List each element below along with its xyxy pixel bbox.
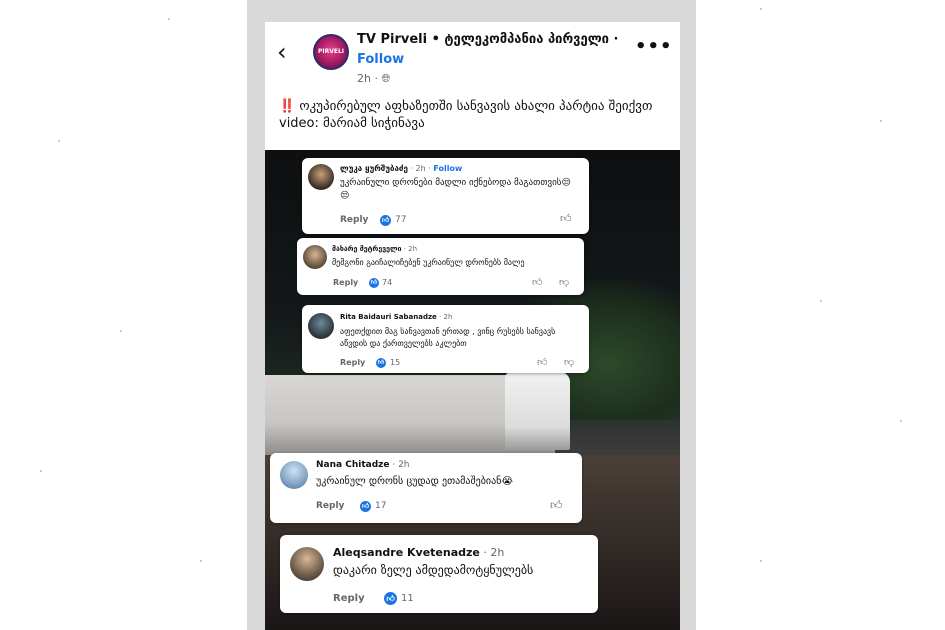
comment-text: მემგონი გაიჩალიჩებენ უკრაინულ დრონებს მა… (332, 258, 525, 267)
comment-text: აფეთქდით მაგ სანვავთან ერთად , ვინც რუსე… (340, 327, 556, 348)
double-exclamation-icon: ‼️ (279, 99, 296, 114)
comment-author-name: Nana Chitadze (316, 460, 390, 470)
reply-button[interactable]: Reply (333, 593, 365, 604)
comment-avatar[interactable] (308, 164, 334, 190)
back-arrow-icon[interactable]: ‹ (277, 38, 287, 66)
comment-author-name: Aleqsandre Kvetenadze (333, 546, 480, 559)
like-reaction-icon: 👍︎ (360, 501, 371, 512)
comment-author[interactable]: Rita Baidauri Sabanadze · 2h (340, 313, 452, 321)
like-reaction-icon: 👍︎ (369, 278, 379, 288)
reply-button[interactable]: Reply (340, 215, 368, 225)
thumbs-up-icon[interactable]: 👍︎ (532, 276, 542, 288)
comment-avatar[interactable] (280, 461, 308, 489)
reply-button[interactable]: Reply (340, 358, 365, 367)
background-speck (200, 560, 202, 562)
globe-icon: 🌐︎ (381, 72, 391, 85)
post-screenshot: ‹ PIRVELI TV Pirveli • ტელეკომპანია პირვ… (247, 0, 696, 630)
reply-button[interactable]: Reply (316, 501, 344, 511)
comment-time: · 2h (389, 460, 410, 470)
like-count: 15 (390, 358, 401, 367)
comment-author-name: მახარე მეტრეველი (332, 245, 402, 253)
like-count: 74 (382, 278, 393, 287)
comment-card: მახარე მეტრეველი · 2h მემგონი გაიჩალიჩებ… (297, 238, 584, 295)
thumbs-up-icon[interactable]: 👍︎ (560, 212, 572, 225)
background-speck (760, 8, 762, 10)
comment-avatar[interactable] (308, 313, 334, 339)
comment-time: · 2h (436, 313, 453, 321)
comment-avatar[interactable] (290, 547, 324, 581)
comment-author[interactable]: Aleqsandre Kvetenadze · 2h (333, 546, 504, 559)
post-caption: ‼️ ოკუპირებულ აფხაზეთში სანვავის ახალი პ… (279, 98, 669, 132)
comment-text: დაკარი ზელე ამდედამოტყნულებს (333, 563, 534, 577)
comment-author[interactable]: მახარე მეტრეველი · 2h (332, 245, 417, 253)
background-speck (40, 470, 42, 472)
background-speck (168, 18, 170, 20)
comment-author[interactable]: Nana Chitadze · 2h (316, 460, 410, 470)
caption-text: ოკუპირებულ აფხაზეთში სანვავის ახალი პარტ… (299, 99, 653, 114)
video-truck-cab (505, 372, 570, 450)
comment-author[interactable]: ლუკა ყურშუბაძე · 2h · Follow (340, 164, 462, 173)
thumbs-down-icon[interactable]: 👎︎ (559, 276, 569, 288)
comment-author-name: Rita Baidauri Sabanadze (340, 313, 437, 321)
reply-button[interactable]: Reply (333, 278, 358, 287)
comment-card: ლუკა ყურშუბაძე · 2h · Follow უკრაინული დ… (302, 158, 589, 234)
like-count: 17 (375, 501, 387, 511)
comment-author-name: ლუკა ყურშუბაძე (340, 164, 408, 173)
like-count: 77 (395, 215, 407, 225)
like-reaction-icon: 👍︎ (380, 215, 391, 226)
caption-video-credit: video: მარიამ სიჭინავა (279, 116, 425, 131)
thumbs-up-icon[interactable]: 👍︎ (550, 498, 563, 513)
background-speck (120, 330, 122, 332)
comment-card: Rita Baidauri Sabanadze · 2h აფეთქდით მა… (302, 305, 589, 373)
comment-text: უკრაინული დრონები მადლი იქნებოდა მაგათთვ… (340, 178, 571, 201)
comment-time: · 2h (479, 546, 505, 559)
background-speck (820, 300, 822, 302)
page-name[interactable]: TV Pirveli • ტელეკომპანია პირველი · (357, 32, 618, 47)
post-time: 2h · 🌐︎ (357, 72, 390, 86)
comment-card: Aleqsandre Kvetenadze · 2h დაკარი ზელე ა… (280, 535, 598, 613)
page-avatar[interactable]: PIRVELI (313, 34, 349, 70)
like-reaction-icon: 👍︎ (384, 592, 397, 605)
thumbs-up-icon[interactable]: 👍︎ (537, 356, 547, 368)
more-dots-icon[interactable]: ••• (635, 36, 673, 57)
background-speck (880, 120, 882, 122)
comment-time: · 2h (401, 245, 418, 253)
background-speck (900, 420, 902, 422)
post-time-label: 2h · (357, 72, 378, 85)
follow-button[interactable]: Follow (357, 52, 404, 67)
like-reaction-icon: 👍︎ (376, 358, 386, 368)
thumbs-down-icon[interactable]: 👎︎ (564, 356, 574, 368)
comment-text: უკრაინულ დრონს ცუდად ეთამაშებიან😭 (316, 476, 514, 487)
comment-time: · 2h · (407, 164, 434, 173)
comment-avatar[interactable] (303, 245, 327, 269)
background-speck (760, 560, 762, 562)
post-header: ‹ PIRVELI TV Pirveli • ტელეკომპანია პირვ… (265, 22, 680, 150)
comment-card: Nana Chitadze · 2h უკრაინულ დრონს ცუდად … (270, 453, 582, 523)
like-count: 11 (401, 593, 414, 604)
comment-follow-button[interactable]: Follow (433, 164, 462, 173)
background-speck (58, 140, 60, 142)
